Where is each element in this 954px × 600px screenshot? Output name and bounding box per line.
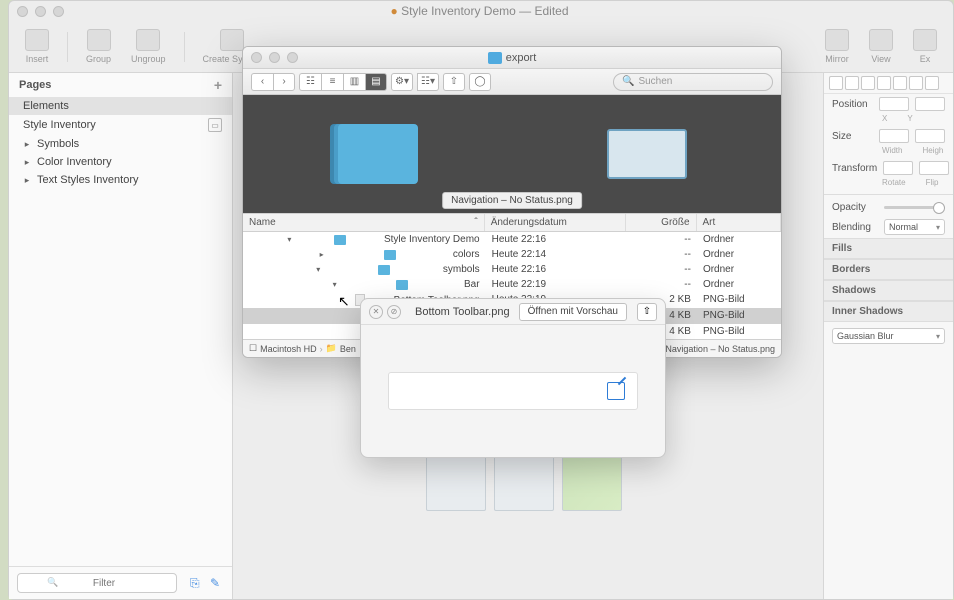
column-view-button[interactable]: ▥	[343, 73, 365, 91]
layer-symbols[interactable]: ▸Symbols	[9, 135, 232, 153]
search-input[interactable]: 🔍 Suchen	[613, 73, 773, 91]
coverflow-folder-icon	[338, 124, 418, 184]
action-button[interactable]: ⚙▾	[391, 73, 413, 91]
finder-titlebar: export	[243, 47, 781, 69]
minimize-icon[interactable]	[269, 52, 280, 63]
quicklook-filename: Bottom Toolbar.png	[415, 306, 510, 318]
forward-button[interactable]: ›	[273, 73, 295, 91]
file-row[interactable]: ▾symbolsHeute 22:16--Ordner	[243, 262, 781, 277]
quicklook-header: ✕ ⊘ Bottom Toolbar.png Öffnen mit Vorsch…	[361, 299, 665, 325]
stop-icon[interactable]: ⊘	[387, 305, 401, 319]
fills-section[interactable]: Fills	[824, 238, 953, 259]
add-page-icon[interactable]: +	[214, 77, 222, 93]
shadows-section[interactable]: Shadows	[824, 280, 953, 301]
zoom-icon[interactable]	[287, 52, 298, 63]
disclosure-icon[interactable]: ▸	[320, 250, 328, 259]
export-button[interactable]: Ex	[907, 27, 943, 66]
disclosure-icon[interactable]: ▸	[23, 175, 31, 186]
coverflow-area[interactable]: Navigation – No Status.png	[243, 95, 781, 213]
disclosure-icon[interactable]: ▾	[333, 280, 341, 289]
flip-input[interactable]	[919, 161, 949, 175]
settings-icon[interactable]: ✎	[210, 576, 224, 590]
disclosure-icon[interactable]: ▸	[23, 157, 31, 168]
view-button[interactable]: View	[863, 27, 899, 66]
share-button[interactable]: ⇧	[637, 303, 657, 321]
x-input[interactable]	[879, 97, 909, 111]
share-button[interactable]: ⇧	[443, 73, 465, 91]
open-with-button[interactable]: Öffnen mit Vorschau	[519, 303, 627, 321]
icon-view-button[interactable]: ☷	[299, 73, 321, 91]
quicklook-popover: ✕ ⊘ Bottom Toolbar.png Öffnen mit Vorsch…	[360, 298, 666, 458]
folder-icon	[384, 250, 396, 260]
folder-icon	[334, 235, 346, 245]
back-button[interactable]: ‹	[251, 73, 273, 91]
compose-icon	[607, 382, 625, 400]
window-title: ● Style Inventory Demo — Edited	[14, 4, 945, 18]
height-input[interactable]	[915, 129, 945, 143]
disclosure-icon[interactable]: ▾	[287, 235, 295, 244]
blending-dropdown[interactable]: Normal	[884, 219, 945, 235]
layers-panel: Pages+ Elements Style Inventory ▭ ▸Symbo…	[9, 73, 233, 599]
ungroup-button[interactable]: Ungroup	[125, 27, 172, 66]
pages-header: Pages+	[9, 73, 232, 97]
folder-icon	[488, 52, 502, 64]
coverflow-preview-icon	[607, 129, 687, 179]
close-icon[interactable]: ✕	[369, 305, 383, 319]
search-icon: 🔍	[622, 76, 634, 87]
list-header[interactable]: Nameˆ Änderungsdatum Größe Art	[243, 213, 781, 232]
layer-color-inventory[interactable]: ▸Color Inventory	[9, 153, 232, 171]
close-icon[interactable]	[251, 52, 262, 63]
disclosure-icon[interactable]: ▾	[316, 265, 324, 274]
width-input[interactable]	[879, 129, 909, 143]
opacity-slider[interactable]	[884, 206, 945, 209]
alignment-bar[interactable]	[824, 73, 953, 94]
blur-dropdown[interactable]: Gaussian Blur	[832, 328, 945, 344]
inspector-panel: Position XY Size WidthHeigh Transform Ro…	[823, 73, 953, 599]
mirror-button[interactable]: Mirror	[819, 27, 855, 66]
file-row[interactable]: ▾BarHeute 22:19--Ordner	[243, 277, 781, 292]
tags-button[interactable]: ◯	[469, 73, 491, 91]
rotate-input[interactable]	[883, 161, 913, 175]
coverflow-label: Navigation – No Status.png	[442, 192, 582, 209]
artboard-badge-icon: ▭	[208, 118, 222, 132]
file-row[interactable]: ▸colorsHeute 22:14--Ordner	[243, 247, 781, 262]
titlebar: ● Style Inventory Demo — Edited	[9, 1, 953, 21]
folder-icon	[378, 265, 390, 275]
layer-text-styles[interactable]: ▸Text Styles Inventory	[9, 171, 232, 189]
y-input[interactable]	[915, 97, 945, 111]
filter-input[interactable]	[17, 573, 177, 593]
arrange-button[interactable]: ☷▾	[417, 73, 439, 91]
group-button[interactable]: Group	[80, 27, 117, 66]
quicklook-preview	[361, 325, 665, 457]
page-style-inventory[interactable]: Style Inventory ▭	[9, 115, 232, 135]
list-view-button[interactable]: ≡	[321, 73, 343, 91]
coverflow-view-button[interactable]: ▤	[365, 73, 387, 91]
page-elements[interactable]: Elements	[9, 97, 232, 115]
sort-icon[interactable]: ˆ	[474, 217, 477, 228]
file-row[interactable]: ▾Style Inventory DemoHeute 22:16--Ordner	[243, 232, 781, 247]
finder-toolbar: ‹ › ☷ ≡ ▥ ▤ ⚙▾ ☷▾ ⇧ ◯ 🔍 Suchen	[243, 69, 781, 95]
filter-bar: ⎘ ✎	[9, 566, 232, 600]
disclosure-icon[interactable]: ▸	[23, 139, 31, 150]
link-icon[interactable]: ⎘	[190, 576, 204, 590]
insert-button[interactable]: Insert	[19, 27, 55, 66]
borders-section[interactable]: Borders	[824, 259, 953, 280]
inner-shadows-section[interactable]: Inner Shadows	[824, 301, 953, 322]
folder-icon	[396, 280, 408, 290]
